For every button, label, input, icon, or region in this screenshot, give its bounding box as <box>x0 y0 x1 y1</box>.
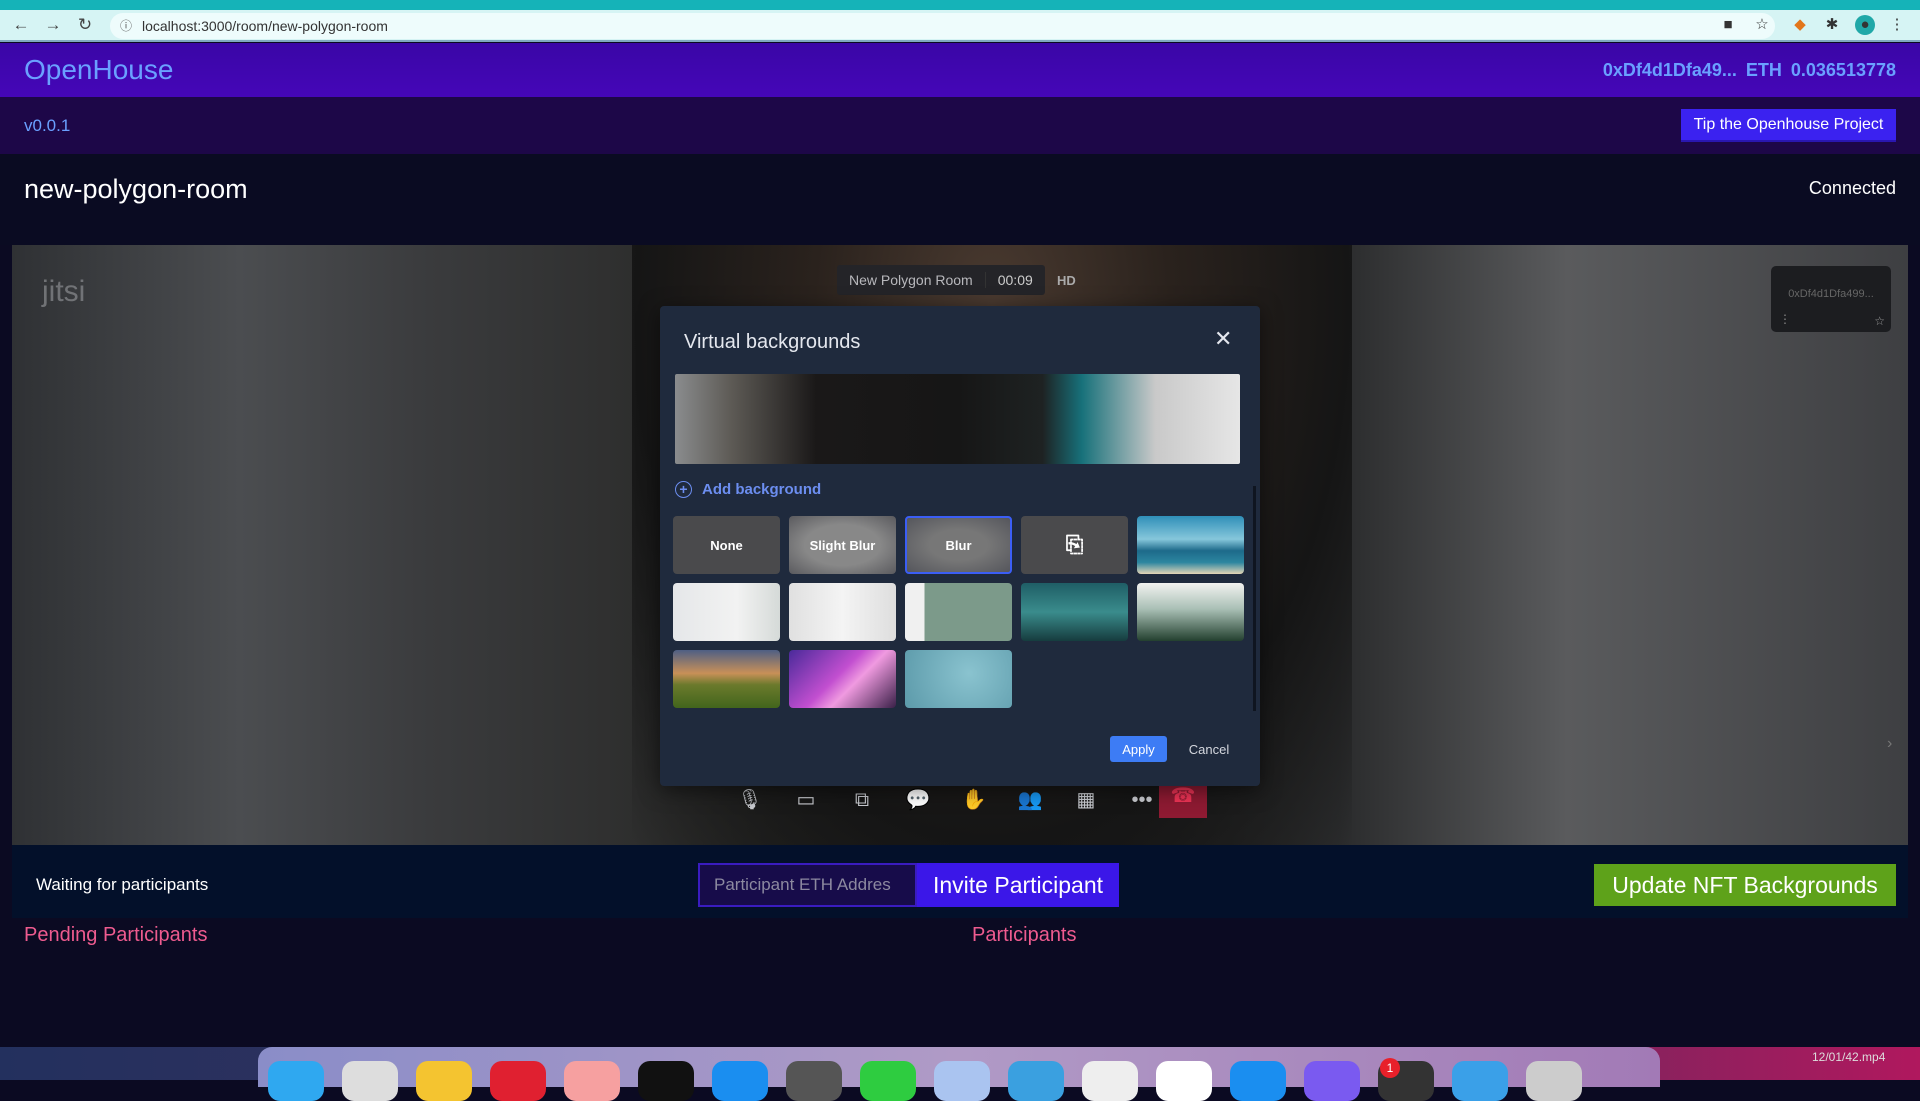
background-option-beach[interactable] <box>1137 516 1244 574</box>
app-blue-icon[interactable] <box>712 1061 768 1101</box>
recording-label: 12/01/42.mp4 <box>1812 1050 1886 1064</box>
pending-participants-heading: Pending Participants <box>24 924 208 946</box>
tip-button[interactable]: Tip the Openhouse Project <box>1681 109 1896 142</box>
forward-icon[interactable]: → <box>42 14 64 36</box>
invite-participant-button[interactable]: Invite Participant <box>917 863 1119 907</box>
cancel-button[interactable]: Cancel <box>1184 736 1234 762</box>
terminal-icon[interactable] <box>638 1061 694 1101</box>
launchpad-icon[interactable] <box>342 1061 398 1101</box>
jitsi-watermark: jitsi <box>42 275 86 308</box>
plus-circle-icon: + <box>675 481 692 498</box>
apply-button[interactable]: Apply <box>1110 736 1167 762</box>
xcode-icon[interactable] <box>1008 1061 1064 1101</box>
reload-icon[interactable]: ↻ <box>74 14 96 36</box>
background-option-room2[interactable] <box>789 583 896 641</box>
version-bar: v0.0.1 Tip the Openhouse Project <box>0 97 1920 154</box>
preview-icon[interactable] <box>934 1061 990 1101</box>
profile-icon[interactable]: ● <box>1855 15 1875 35</box>
waiting-status: Waiting for participants <box>36 875 209 894</box>
trash-icon[interactable] <box>1526 1061 1582 1101</box>
app-purple-icon[interactable] <box>1304 1061 1360 1101</box>
background-option-dots[interactable] <box>905 650 1012 708</box>
more-options-icon[interactable]: ⋮ <box>1779 312 1791 326</box>
room-title: new-polygon-room <box>24 174 248 204</box>
background-option-label: None <box>710 537 743 553</box>
add-background-button[interactable]: + Add background <box>675 481 821 498</box>
browser-toolbar: ← → ↻ ⓘ localhost:3000/room/new-polygon-r… <box>0 10 1920 42</box>
background-option-lamp[interactable] <box>905 583 1012 641</box>
virtual-backgrounds-dialog: Virtual backgrounds ✕ + Add background No… <box>660 306 1260 786</box>
close-icon[interactable]: ✕ <box>1214 326 1232 352</box>
messages-icon[interactable] <box>860 1061 916 1101</box>
add-background-label: Add background <box>702 481 822 498</box>
star-icon[interactable]: ☆ <box>1874 314 1885 328</box>
menu-icon[interactable]: ⋮ <box>1887 15 1907 35</box>
extensions-icon[interactable]: ✱ <box>1822 15 1842 35</box>
url-bar[interactable]: ⓘ localhost:3000/room/new-polygon-room <box>110 13 1775 39</box>
url-text: localhost:3000/room/new-polygon-room <box>142 18 388 34</box>
background-option-sunset[interactable] <box>673 650 780 708</box>
browser-tab-strip <box>0 0 1920 10</box>
folder-icon[interactable] <box>1452 1061 1508 1101</box>
thumbnail-name: 0xDf4d1Dfa499... <box>1788 288 1874 300</box>
metamask-icon[interactable]: ◆ <box>1790 15 1810 35</box>
app-red-icon[interactable] <box>490 1061 546 1101</box>
notification-badge: 1 <box>1380 1058 1400 1078</box>
background-option-share[interactable]: ⎘ <box>1021 516 1128 574</box>
eth-balance: ETH 0.036513778 <box>1745 60 1896 80</box>
wallet-info: 0xDf4d1Dfa49... ETH 0.036513778 <box>1603 60 1896 81</box>
app-logo[interactable]: OpenHouse <box>24 54 173 86</box>
background-option-label: Blur <box>945 537 972 553</box>
wallet-address: 0xDf4d1Dfa49... <box>1602 60 1737 80</box>
background-option-forest[interactable] <box>1137 583 1244 641</box>
background-option-mount[interactable] <box>1021 583 1128 641</box>
background-option-purple[interactable] <box>789 650 896 708</box>
background-option-none[interactable]: None <box>673 516 780 574</box>
chevron-right-icon[interactable]: › <box>1887 735 1892 753</box>
app-header: OpenHouse 0xDf4d1Dfa49... ETH 0.03651377… <box>0 43 1920 97</box>
textedit-icon[interactable] <box>1082 1061 1138 1101</box>
screen-share-icon: ⎘ <box>1065 532 1084 557</box>
version-label: v0.0.1 <box>24 116 71 135</box>
meeting-timer: 00:09 <box>984 272 1045 288</box>
update-nft-backgrounds-button[interactable]: Update NFT Backgrounds <box>1594 864 1896 906</box>
macos-dock <box>258 1047 1660 1101</box>
dialog-scrollbar[interactable] <box>1253 486 1256 711</box>
settings-icon[interactable] <box>786 1061 842 1101</box>
bookmark-star-icon[interactable]: ☆ <box>1752 15 1772 35</box>
background-options-grid: None Slight Blur Blur ⎘ <box>673 516 1244 708</box>
background-preview <box>675 374 1240 464</box>
dialog-title: Virtual backgrounds <box>684 331 861 353</box>
app-white-icon[interactable] <box>1156 1061 1212 1101</box>
photos-icon[interactable] <box>564 1061 620 1101</box>
participant-thumbnail[interactable]: 0xDf4d1Dfa499... ⋮ ☆ <box>1771 266 1891 332</box>
app-blue2-icon[interactable] <box>1230 1061 1286 1101</box>
connection-status: Connected <box>1808 178 1896 198</box>
room-bar: new-polygon-room Connected <box>0 154 1920 245</box>
background-option-label: Slight Blur <box>809 537 876 553</box>
meeting-info-bar: New Polygon Room 00:09 <box>837 265 1045 295</box>
finder-icon[interactable] <box>268 1061 324 1101</box>
quality-label[interactable]: HD <box>1057 273 1076 288</box>
participants-heading: Participants <box>972 924 1077 946</box>
notes-icon[interactable] <box>416 1061 472 1101</box>
background-option-room1[interactable] <box>673 583 780 641</box>
participant-bar: Waiting for participants Invite Particip… <box>12 845 1908 918</box>
meeting-name: New Polygon Room <box>849 272 973 288</box>
participant-eth-address-input[interactable] <box>698 863 917 907</box>
site-info-icon[interactable]: ⓘ <box>120 13 132 39</box>
back-icon[interactable]: ← <box>10 14 32 36</box>
background-option-blur[interactable]: Blur <box>905 516 1012 574</box>
camera-icon[interactable]: ■ <box>1718 15 1738 35</box>
background-option-slight[interactable]: Slight Blur <box>789 516 896 574</box>
